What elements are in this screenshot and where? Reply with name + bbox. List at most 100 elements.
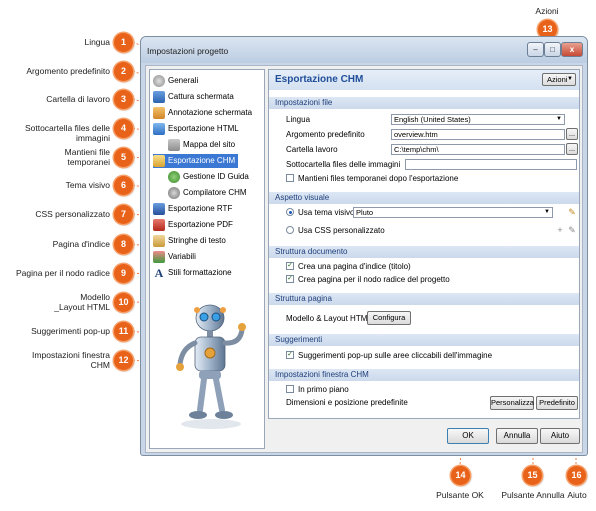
callout-badge-8: 8	[114, 235, 133, 254]
add-css-icon[interactable]: +	[555, 225, 565, 235]
cartella-browse-button[interactable]: ...	[566, 143, 578, 155]
callout-label-1: Lingua	[84, 37, 110, 47]
callout-badge-4: 4	[114, 119, 133, 138]
actions-dropdown[interactable]: Azioni ▼	[542, 73, 576, 86]
maximize-button[interactable]: □	[544, 42, 561, 57]
tree-item-label: Gestione ID Guida	[183, 172, 249, 181]
styles-icon: A	[154, 265, 164, 280]
callout-badge-3: 3	[114, 90, 133, 109]
html-export-icon	[153, 122, 165, 135]
callout-badge-12: 12	[114, 351, 133, 370]
window-title: Impostazioni progetto	[147, 46, 229, 56]
ok-button[interactable]: OK	[447, 428, 489, 444]
help-id-icon	[168, 170, 180, 183]
personalizza-button[interactable]: Personalizza	[490, 396, 534, 410]
help-button[interactable]: Aiuto	[540, 428, 580, 444]
section-document-structure: Struttura documento	[269, 246, 579, 258]
tree-item-mappa-del-sito[interactable]: Mappa del sito	[168, 138, 235, 152]
tree-item-variabili[interactable]: Variabili	[153, 250, 196, 264]
chevron-down-icon: ▼	[556, 116, 562, 122]
panel-header: Esportazione CHM Azioni ▼	[269, 70, 579, 90]
popup-checkbox[interactable]: ✓	[286, 351, 294, 359]
tree-item-esportazione-pdf[interactable]: Esportazione PDF	[153, 218, 233, 232]
tree-item-label: Mappa del sito	[183, 140, 236, 149]
callout-label-15: Pulsante Annulla	[501, 490, 565, 500]
tree-item-esportazione-chm[interactable]: Esportazione CHM	[153, 154, 239, 168]
dimensioni-label: Dimensioni e posizione predefinite	[286, 398, 408, 407]
callout-badge-14: 14	[451, 466, 470, 485]
callout-badge-10: 10	[114, 293, 133, 312]
tree-item-esportazione-html[interactable]: Esportazione HTML	[153, 122, 239, 136]
tree-item-label: Stringhe di testo	[168, 236, 226, 245]
tema-dropdown[interactable]: Pluto ▼	[353, 207, 553, 218]
callout-label-6: Tema visivo	[65, 180, 110, 190]
mantieni-label: Mantieni files temporanei dopo l'esporta…	[298, 174, 459, 183]
close-button[interactable]: x	[561, 42, 583, 57]
window-client-area: Generali Cattura schermata Annotazione s…	[145, 65, 583, 453]
callout-label-14: Pulsante OK	[436, 490, 484, 500]
mantieni-checkbox[interactable]	[286, 174, 294, 182]
callout-label-3: Cartella di lavoro	[46, 94, 110, 104]
screenshot-icon	[153, 90, 165, 103]
compiler-icon	[168, 186, 180, 199]
sottocartella-label: Sottocartella files delle immagini	[286, 160, 401, 169]
argomento-browse-button[interactable]: ...	[566, 128, 578, 140]
callout-badge-1: 1	[114, 33, 133, 52]
tree-item-generali[interactable]: Generali	[153, 74, 198, 88]
tree-item-cattura-schermata[interactable]: Cattura schermata	[153, 90, 234, 104]
crea-indice-label: Crea una pagina d'indice (titolo)	[298, 262, 411, 271]
lingua-dropdown[interactable]: English (United States) ▼	[391, 114, 565, 125]
crea-indice-checkbox[interactable]: ✓	[286, 262, 294, 270]
rtf-export-icon	[153, 202, 165, 215]
cartella-input[interactable]: C:\temp\chm\	[391, 144, 565, 155]
callout-label-9: Pagina per il nodo radice	[15, 268, 110, 278]
tree-item-label: Cattura schermata	[168, 92, 234, 101]
edit-css-icon[interactable]: ✎	[567, 225, 577, 235]
crea-radice-label: Crea pagina per il nodo radice del proge…	[298, 275, 450, 284]
callout-label-12: Impostazioni finestra CHM	[32, 350, 110, 370]
tree-item-stili-formattazione[interactable]: A Stili formattazione	[153, 266, 232, 280]
callout-label-4: Sottocartella files delle immagini	[24, 123, 110, 143]
minimize-button[interactable]: –	[527, 42, 544, 57]
actions-label: Azioni	[547, 75, 568, 84]
cartella-label: Cartella lavoro	[286, 145, 338, 154]
primo-piano-checkbox[interactable]	[286, 385, 294, 393]
callout-label-11: Suggerimenti pop-up	[31, 326, 110, 336]
tree-item-gestione-id-guida[interactable]: Gestione ID Guida	[168, 170, 249, 184]
usa-tema-radio[interactable]	[286, 208, 294, 216]
modello-label: Modello & Layout HTML	[286, 314, 372, 323]
tree-item-label: Esportazione HTML	[168, 124, 239, 133]
window-titlebar[interactable]: Impostazioni progetto – □ x	[141, 37, 587, 63]
cancel-button[interactable]: Annulla	[496, 428, 538, 444]
popup-label: Suggerimenti pop-up sulle aree cliccabil…	[298, 351, 493, 360]
argomento-input[interactable]: overview.htm	[391, 129, 565, 140]
pdf-export-icon	[153, 218, 165, 231]
tree-item-stringhe-di-testo[interactable]: Stringhe di testo	[153, 234, 226, 248]
variables-icon	[153, 250, 165, 263]
chevron-down-icon: ▼	[567, 76, 573, 82]
edit-theme-icon[interactable]: ✎	[567, 207, 577, 217]
panel-title: Esportazione CHM	[275, 74, 364, 85]
chm-export-panel: Esportazione CHM Azioni ▼ Impostazioni f…	[268, 69, 580, 419]
callout-label-13: Azioni	[535, 6, 559, 16]
sottocartella-input[interactable]	[405, 159, 577, 170]
crea-radice-checkbox[interactable]: ✓	[286, 275, 294, 283]
predefinito-button[interactable]: Predefinito	[536, 396, 578, 410]
tree-item-esportazione-rtf[interactable]: Esportazione RTF	[153, 202, 232, 216]
section-page-structure: Struttura pagina	[269, 293, 579, 305]
gear-icon	[153, 74, 165, 87]
callout-label-16: Aiuto	[567, 490, 587, 500]
tree-item-compilatore-chm[interactable]: Compilatore CHM	[168, 186, 247, 200]
tree-item-annotazione-schermata[interactable]: Annotazione schermata	[153, 106, 252, 120]
usa-css-radio[interactable]	[286, 226, 294, 234]
configura-button[interactable]: Configura	[367, 311, 411, 325]
usa-tema-label: Usa tema visivo	[298, 208, 355, 217]
section-tips: Suggerimenti	[269, 334, 579, 346]
usa-css-label: Usa CSS personalizzato	[298, 226, 385, 235]
tree-item-label: Generali	[168, 76, 199, 85]
callout-badge-2: 2	[114, 62, 133, 81]
callout-label-8: Pagina d'indice	[52, 239, 110, 249]
chm-export-icon	[153, 154, 165, 167]
strings-icon	[153, 234, 165, 247]
tree-item-label: Esportazione RTF	[168, 204, 233, 213]
